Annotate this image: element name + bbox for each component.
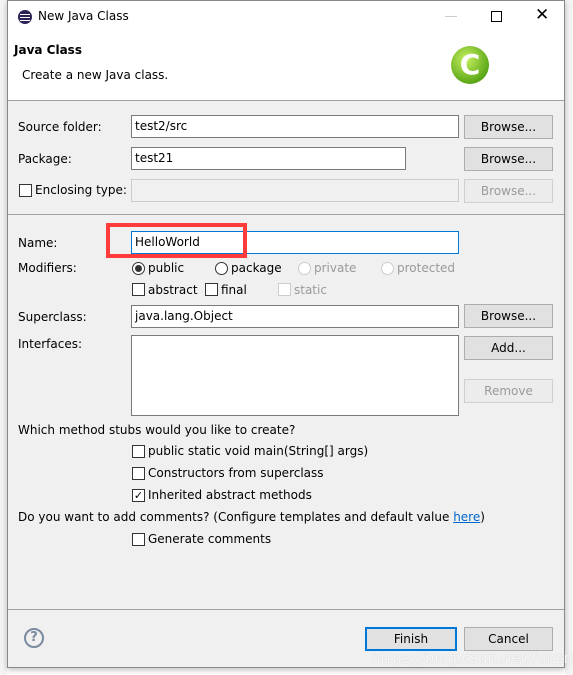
private-radio-label: private — [314, 261, 357, 275]
package-browse-button[interactable]: Browse... — [464, 147, 553, 171]
enclosing-type-label: Enclosing type: — [35, 183, 127, 197]
comments-question-end: ) — [480, 510, 485, 524]
close-button[interactable]: ✕ — [535, 5, 549, 25]
java-class-c-icon: C — [451, 46, 489, 84]
remove-interface-button: Remove — [464, 379, 553, 403]
package-label: Package: — [18, 152, 72, 166]
final-checkbox-label: final — [221, 283, 247, 297]
wizard-header: Java Class Create a new Java class. C — [8, 33, 564, 101]
modifiers-label: Modifiers: — [18, 261, 77, 275]
main-method-label: public static void main(String[] args) — [148, 444, 369, 458]
configure-templates-link[interactable]: here — [453, 510, 480, 524]
separator — [8, 214, 564, 215]
protected-radio — [381, 262, 394, 275]
method-stubs-question: Which method stubs would you like to cre… — [18, 423, 296, 437]
package-radio[interactable] — [215, 262, 228, 275]
package-input[interactable]: test21 — [131, 147, 406, 170]
comments-question: Do you want to add comments? (Configure … — [18, 510, 485, 524]
minimize-button[interactable] — [445, 16, 457, 17]
background-editor-left — [0, 0, 7, 675]
name-label: Name: — [18, 236, 58, 250]
inherited-methods-checkbox[interactable]: ✓ — [132, 489, 145, 502]
public-radio-label: public — [148, 261, 185, 275]
header-subtitle: Create a new Java class. — [22, 68, 169, 82]
footer-separator — [8, 609, 564, 610]
enclosing-type-checkbox[interactable] — [19, 184, 32, 197]
eclipse-icon — [18, 10, 32, 24]
new-java-class-dialog: New Java Class ✕ Java Class Create a new… — [7, 0, 573, 668]
static-checkbox — [278, 283, 291, 296]
generate-comments-checkbox[interactable] — [132, 533, 145, 546]
source-folder-input[interactable]: test2/src — [131, 115, 459, 138]
constructors-checkbox[interactable] — [132, 467, 145, 480]
header-title: Java Class — [14, 43, 82, 57]
title-bar: New Java Class ✕ — [8, 1, 564, 33]
public-radio[interactable] — [132, 262, 145, 275]
main-method-checkbox[interactable] — [132, 445, 145, 458]
comments-question-text: Do you want to add comments? (Configure … — [18, 510, 454, 524]
window-title: New Java Class — [38, 9, 129, 23]
add-interface-button[interactable]: Add... — [464, 336, 553, 360]
enclosing-type-input — [131, 179, 459, 202]
interfaces-list[interactable] — [131, 335, 459, 416]
private-radio — [298, 262, 311, 275]
static-checkbox-label: static — [294, 283, 327, 297]
maximize-button[interactable] — [491, 11, 502, 22]
finish-button[interactable]: Finish — [365, 627, 457, 651]
generate-comments-label: Generate comments — [148, 532, 272, 546]
source-folder-label: Source folder: — [18, 120, 102, 134]
source-folder-browse-button[interactable]: Browse... — [464, 115, 553, 139]
superclass-label: Superclass: — [18, 310, 87, 324]
cancel-button[interactable]: Cancel — [464, 627, 553, 651]
interfaces-label: Interfaces: — [18, 337, 83, 351]
watermark: https://blog.csdn.net/funzmg — [371, 649, 573, 667]
protected-radio-label: protected — [397, 261, 456, 275]
final-checkbox[interactable] — [205, 283, 218, 296]
package-radio-label: package — [231, 261, 282, 275]
enclosing-type-browse-button: Browse... — [464, 179, 553, 203]
highlight-annotation-box — [106, 223, 247, 258]
constructors-label: Constructors from superclass — [148, 466, 324, 480]
superclass-browse-button[interactable]: Browse... — [464, 304, 553, 328]
abstract-checkbox[interactable] — [132, 283, 145, 296]
inherited-methods-label: Inherited abstract methods — [148, 488, 312, 502]
abstract-checkbox-label: abstract — [148, 283, 198, 297]
superclass-input[interactable]: java.lang.Object — [131, 305, 459, 328]
background-editor-right — [565, 0, 573, 675]
help-icon[interactable]: ? — [24, 628, 44, 648]
